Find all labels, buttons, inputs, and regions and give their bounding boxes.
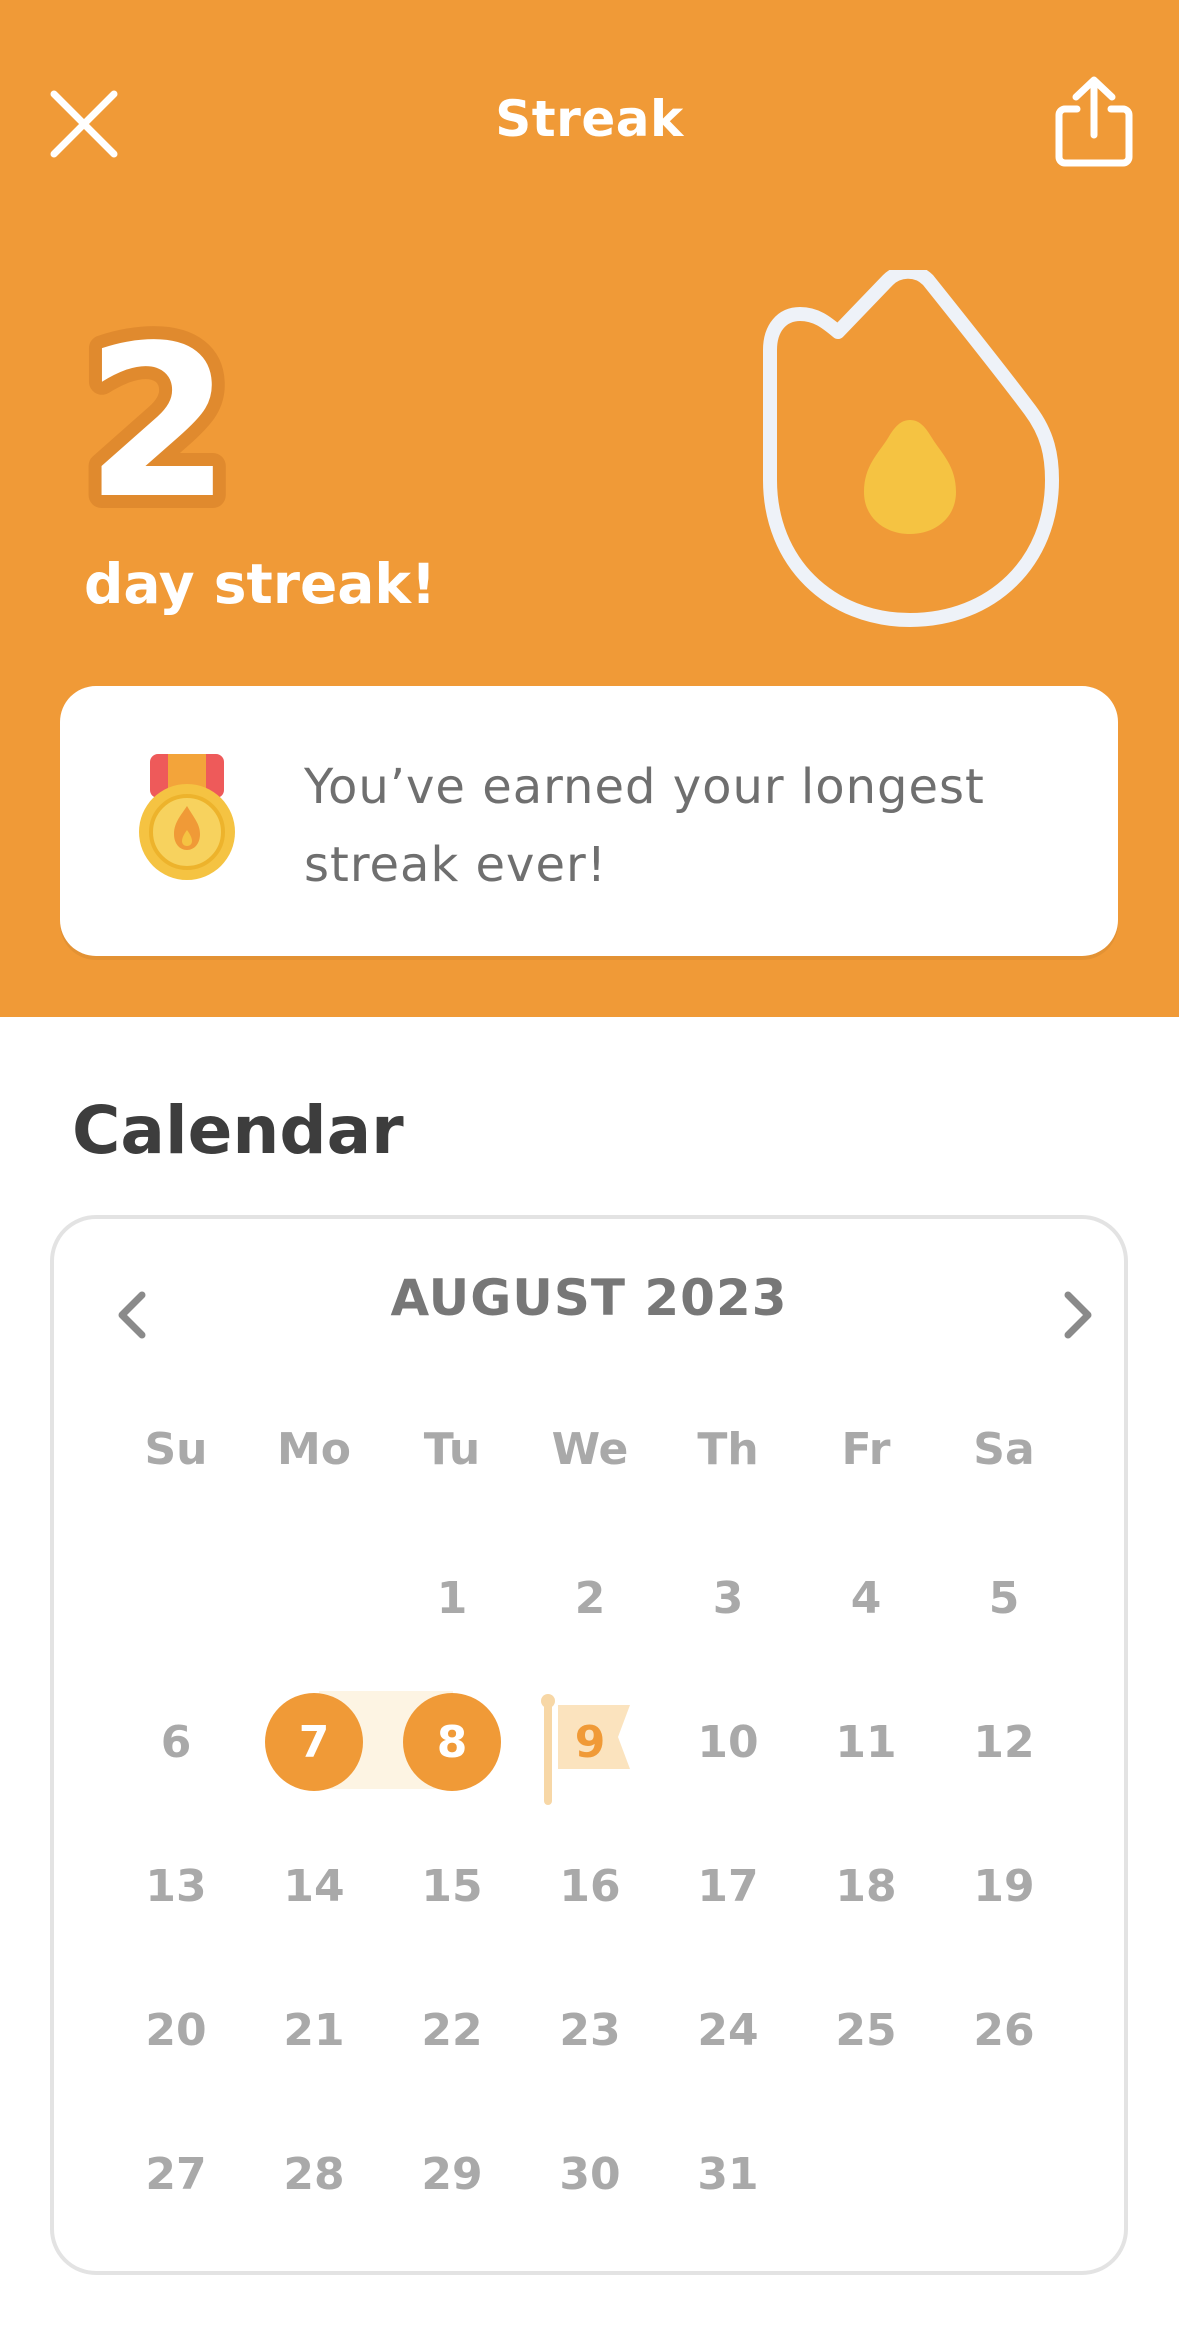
calendar-day-30[interactable]: 30 (541, 2125, 639, 2223)
month-label: AUGUST 2023 (390, 1269, 788, 1327)
calendar-day-29[interactable]: 29 (403, 2125, 501, 2223)
calendar-day-9[interactable]: 9 (541, 1693, 639, 1791)
next-month-button[interactable] (1042, 1277, 1114, 1353)
flame-icon (763, 270, 1059, 627)
streak-header: Streak 2 day streak! You’ve earned your … (0, 0, 1179, 1017)
calendar-day-25[interactable]: 25 (817, 1981, 915, 2079)
page-title: Streak (495, 90, 684, 148)
calendar-day-24[interactable]: 24 (679, 1981, 777, 2079)
calendar-day-8[interactable]: 8 (403, 1693, 501, 1791)
calendar-day-27[interactable]: 27 (127, 2125, 225, 2223)
calendar-day-11[interactable]: 11 (817, 1693, 915, 1791)
calendar-day-14[interactable]: 14 (265, 1837, 363, 1935)
calendar-day-4[interactable]: 4 (817, 1549, 915, 1647)
weekday-label: Tu (423, 1424, 481, 1475)
calendar-day-26[interactable]: 26 (955, 1981, 1053, 2079)
calendar-day-15[interactable]: 15 (403, 1837, 501, 1935)
calendar-day-20[interactable]: 20 (127, 1981, 225, 2079)
streak-label: day streak! (84, 552, 437, 616)
calendar-day-22[interactable]: 22 (403, 1981, 501, 2079)
streak-count-value: 2 (88, 300, 231, 520)
calendar-day-17[interactable]: 17 (679, 1837, 777, 1935)
weekday-label: We (551, 1424, 629, 1475)
weekday-label: Su (144, 1424, 208, 1475)
calendar-day-18[interactable]: 18 (817, 1837, 915, 1935)
weekday-label: Sa (973, 1424, 1035, 1475)
calendar-day-23[interactable]: 23 (541, 1981, 639, 2079)
calendar-day-5[interactable]: 5 (955, 1549, 1053, 1647)
weekday-label: Fr (841, 1424, 891, 1475)
share-button[interactable] (1042, 66, 1146, 176)
banner-message: You’ve earned your longest streak ever! (304, 759, 985, 893)
weekday-label: Mo (276, 1424, 351, 1475)
calendar-day-21[interactable]: 21 (265, 1981, 363, 2079)
calendar-day-3[interactable]: 3 (679, 1549, 777, 1647)
streak-count: 2 (72, 287, 244, 558)
calendar-day-13[interactable]: 13 (127, 1837, 225, 1935)
calendar-day-31[interactable]: 31 (679, 2125, 777, 2223)
calendar-day-12[interactable]: 12 (955, 1693, 1053, 1791)
chevron-right-icon (1064, 1291, 1092, 1339)
calendar-day-16[interactable]: 16 (541, 1837, 639, 1935)
calendar-day-10[interactable]: 10 (679, 1693, 777, 1791)
calendar-day-6[interactable]: 6 (127, 1693, 225, 1791)
calendar-day-7[interactable]: 7 (265, 1693, 363, 1791)
calendar-day-1[interactable]: 1 (403, 1549, 501, 1647)
calendar-day-19[interactable]: 19 (955, 1837, 1053, 1935)
longest-streak-banner: You’ve earned your longest streak ever! (60, 686, 1118, 956)
calendar-day-28[interactable]: 28 (265, 2125, 363, 2223)
calendar-card: AUGUST 2023 Su Mo Tu We Th Fr Sa 1 2 3 4 5 6 7 8 9 10 11… (50, 1215, 1128, 2275)
weekday-label: Th (697, 1424, 759, 1475)
share-icon (1055, 76, 1133, 167)
calendar-heading: Calendar (72, 1092, 404, 1169)
calendar-day-2[interactable]: 2 (541, 1549, 639, 1647)
medal-icon (139, 754, 235, 880)
